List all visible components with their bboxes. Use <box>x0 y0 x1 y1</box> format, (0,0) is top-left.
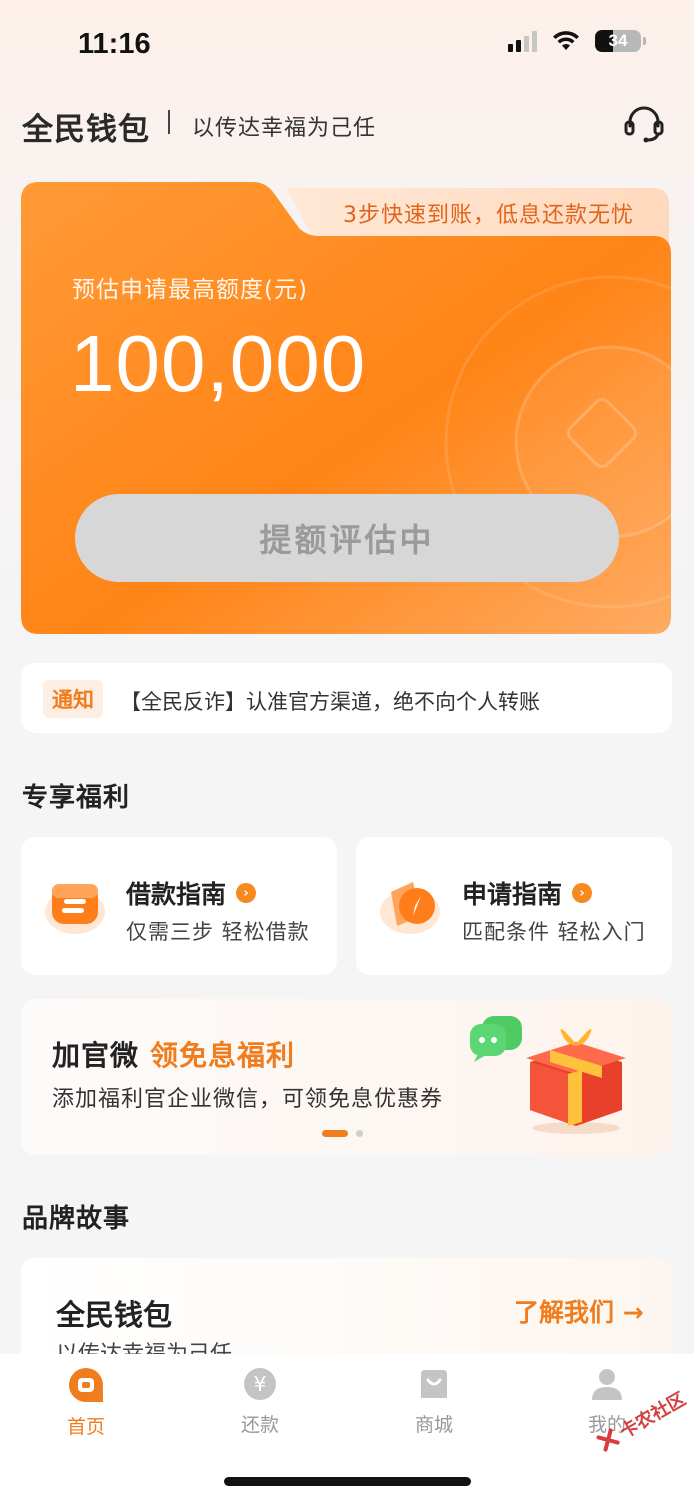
tab-repay[interactable]: ¥ 还款 <box>210 1366 310 1437</box>
apply-guide-title-row: 申请指南 › <box>462 875 593 911</box>
battery-icon: 34 <box>595 30 641 52</box>
apply-guide-title: 申请指南 <box>462 880 563 909</box>
apply-guide-subtitle: 匹配条件 轻松入门 <box>462 920 646 944</box>
loan-guide-subtitle: 仅需三步 轻松借款 <box>126 920 310 944</box>
card-promo-tab: 3步快速到账，低息还款无忧 <box>343 203 634 228</box>
tab-repay-label: 还款 <box>240 1414 279 1436</box>
loan-guide-title-row: 借款指南 › <box>126 875 257 911</box>
wifi-icon <box>553 31 579 50</box>
tab-mall[interactable]: 商城 <box>384 1366 484 1437</box>
battery-level: 34 <box>608 31 628 50</box>
banner-title-accent: 领免息福利 <box>150 1039 296 1072</box>
cellular-signal-icon <box>508 30 537 52</box>
carousel-dot-active[interactable] <box>322 1130 348 1137</box>
loan-guide-icon <box>45 884 105 934</box>
shopping-bag-icon <box>421 1370 447 1398</box>
loan-guide-title: 借款指南 <box>126 880 227 909</box>
banner-subtitle: 添加福利官企业微信，可领免息优惠券 <box>52 1087 444 1112</box>
yuan-icon: ¥ <box>244 1368 276 1400</box>
header-divider <box>168 110 170 134</box>
customer-service-headset-icon[interactable] <box>622 104 666 144</box>
notice-text: 【全民反诈】认准官方渠道，绝不向个人转账 <box>120 690 540 714</box>
gift-box-icon <box>526 1028 626 1134</box>
quota-label: 预估申请最高额度(元) <box>72 277 308 303</box>
tab-home[interactable]: 首页 <box>36 1366 136 1439</box>
home-indicator <box>224 1477 471 1486</box>
tab-mall-label: 商城 <box>414 1414 453 1436</box>
assess-quota-button[interactable]: 提额评估中 <box>75 494 619 582</box>
brand-logo-text: 全民钱包 <box>22 112 150 148</box>
brand-story-section-title: 品牌故事 <box>22 1204 131 1234</box>
tab-home-label: 首页 <box>66 1416 105 1438</box>
status-icons: 34 <box>508 30 646 52</box>
wechat-chat-bubble-icon <box>470 1016 522 1062</box>
banner-title: 加官微 <box>52 1039 140 1072</box>
carousel-dot[interactable] <box>356 1130 363 1137</box>
person-icon <box>592 1369 622 1400</box>
svg-text:¥: ¥ <box>254 1372 267 1396</box>
benefits-section-title: 专享福利 <box>22 783 131 813</box>
apply-guide-icon <box>380 882 440 934</box>
brand-story-card-title: 全民钱包 <box>56 1298 173 1332</box>
status-time: 11:16 <box>78 28 151 60</box>
brand-slogan: 以传达幸福为己任 <box>192 116 377 141</box>
home-icon <box>69 1368 103 1402</box>
chevron-right-icon: › <box>236 883 257 903</box>
chevron-right-icon: › <box>572 883 593 903</box>
learn-about-us-link[interactable]: 了解我们 → <box>514 1293 644 1329</box>
notice-badge: 通知 <box>43 680 103 718</box>
quota-amount: 100,000 <box>70 319 367 408</box>
